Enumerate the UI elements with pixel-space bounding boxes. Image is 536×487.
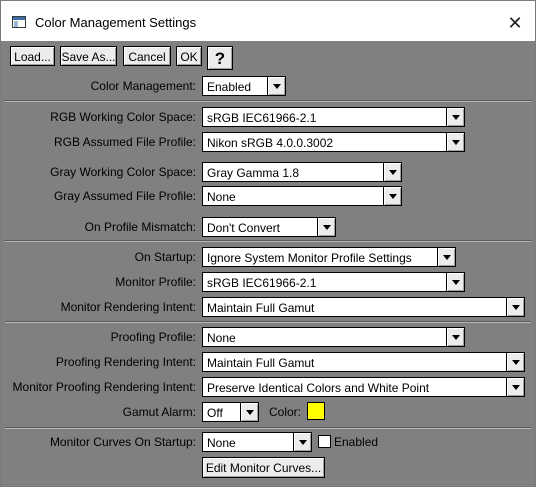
rgb-working-space-value: sRGB IEC61966-2.1 bbox=[207, 111, 317, 125]
gray-working-space-select[interactable]: Gray Gamma 1.8 bbox=[202, 162, 402, 182]
divider bbox=[5, 240, 531, 242]
divider bbox=[5, 321, 531, 323]
chevron-down-icon[interactable] bbox=[446, 133, 464, 151]
chevron-down-icon[interactable] bbox=[240, 403, 258, 421]
edit-monitor-curves-button[interactable]: Edit Monitor Curves... bbox=[202, 457, 325, 478]
chevron-down-icon[interactable] bbox=[506, 353, 524, 371]
window-title: Color Management Settings bbox=[35, 15, 197, 30]
gray-assumed-profile-select[interactable]: None bbox=[202, 186, 402, 206]
rgb-assumed-profile-value: Nikon sRGB 4.0.0.3002 bbox=[207, 136, 334, 150]
monitor-proofing-intent-label: Monitor Proofing Rendering Intent: bbox=[12, 380, 196, 394]
monitor-profile-label: Monitor Profile: bbox=[115, 275, 196, 289]
chevron-down-icon[interactable] bbox=[446, 108, 464, 126]
monitor-profile-value: sRGB IEC61966-2.1 bbox=[207, 276, 317, 290]
gray-assumed-profile-label: Gray Assumed File Profile: bbox=[53, 189, 196, 203]
title-bar: Color Management Settings ✕ bbox=[1, 1, 535, 41]
gamut-alarm-label: Gamut Alarm: bbox=[122, 405, 196, 419]
divider bbox=[5, 100, 531, 102]
on-startup-select[interactable]: Ignore System Monitor Profile Settings bbox=[202, 247, 456, 267]
load-button[interactable]: Load... bbox=[10, 46, 55, 66]
proofing-profile-value: None bbox=[207, 331, 236, 345]
gamut-alarm-value: Off bbox=[207, 406, 223, 420]
monitor-curves-startup-value: None bbox=[207, 436, 236, 450]
divider bbox=[5, 427, 531, 429]
alarm-color-label: Color: bbox=[269, 405, 302, 419]
close-icon[interactable]: ✕ bbox=[497, 9, 533, 37]
color-management-window: Color Management Settings ✕ Load... Save… bbox=[0, 0, 536, 487]
gamut-alarm-color-swatch[interactable] bbox=[307, 402, 325, 420]
monitor-curves-startup-select[interactable]: None bbox=[202, 432, 312, 452]
chevron-down-icon[interactable] bbox=[506, 298, 524, 316]
on-startup-value: Ignore System Monitor Profile Settings bbox=[207, 251, 412, 265]
chevron-down-icon[interactable] bbox=[506, 378, 524, 396]
cancel-button[interactable]: Cancel bbox=[123, 46, 171, 66]
chevron-down-icon[interactable] bbox=[446, 328, 464, 346]
profile-mismatch-value: Don't Convert bbox=[207, 221, 280, 235]
chevron-down-icon[interactable] bbox=[293, 433, 311, 451]
dialog-body: Load... Save As... Cancel OK ? Color Man… bbox=[1, 41, 535, 486]
proofing-profile-select[interactable]: None bbox=[202, 327, 465, 347]
monitor-profile-select[interactable]: sRGB IEC61966-2.1 bbox=[202, 272, 465, 292]
color-management-select[interactable]: Enabled bbox=[202, 76, 286, 96]
on-startup-label: On Startup: bbox=[134, 250, 196, 264]
help-button[interactable]: ? bbox=[207, 46, 233, 70]
gray-working-space-label: Gray Working Color Space: bbox=[50, 165, 196, 179]
color-management-value: Enabled bbox=[207, 80, 252, 94]
rgb-assumed-profile-select[interactable]: Nikon sRGB 4.0.0.3002 bbox=[202, 132, 465, 152]
monitor-curves-startup-label: Monitor Curves On Startup: bbox=[49, 435, 196, 449]
chevron-down-icon[interactable] bbox=[267, 77, 285, 95]
proofing-rendering-intent-select[interactable]: Maintain Full Gamut bbox=[202, 352, 525, 372]
ok-button[interactable]: OK bbox=[176, 46, 202, 66]
chevron-down-icon[interactable] bbox=[383, 187, 401, 205]
app-window-icon bbox=[12, 16, 26, 28]
save-as-button[interactable]: Save As... bbox=[60, 46, 117, 66]
gray-working-space-value: Gray Gamma 1.8 bbox=[207, 166, 300, 180]
rgb-working-space-select[interactable]: sRGB IEC61966-2.1 bbox=[202, 107, 465, 127]
gamut-alarm-select[interactable]: Off bbox=[202, 402, 259, 422]
monitor-rendering-intent-value: Maintain Full Gamut bbox=[207, 301, 315, 315]
proofing-rendering-intent-label: Proofing Rendering Intent: bbox=[55, 355, 196, 369]
rgb-assumed-profile-label: RGB Assumed File Profile: bbox=[53, 135, 196, 149]
chevron-down-icon[interactable] bbox=[437, 248, 455, 266]
chevron-down-icon[interactable] bbox=[383, 163, 401, 181]
proofing-profile-label: Proofing Profile: bbox=[110, 330, 196, 344]
rgb-working-space-label: RGB Working Color Space: bbox=[50, 110, 196, 124]
monitor-proofing-intent-value: Preserve Identical Colors and White Poin… bbox=[207, 381, 430, 395]
curves-enabled-checkbox[interactable] bbox=[318, 435, 331, 448]
chevron-down-icon[interactable] bbox=[446, 273, 464, 291]
gray-assumed-profile-value: None bbox=[207, 190, 236, 204]
curves-enabled-label: Enabled bbox=[334, 435, 379, 449]
monitor-rendering-intent-select[interactable]: Maintain Full Gamut bbox=[202, 297, 525, 317]
color-management-label: Color Management: bbox=[90, 79, 196, 93]
monitor-proofing-intent-select[interactable]: Preserve Identical Colors and White Poin… bbox=[202, 377, 525, 397]
proofing-rendering-intent-value: Maintain Full Gamut bbox=[207, 356, 315, 370]
profile-mismatch-label: On Profile Mismatch: bbox=[84, 220, 196, 234]
monitor-rendering-intent-label: Monitor Rendering Intent: bbox=[60, 300, 196, 314]
profile-mismatch-select[interactable]: Don't Convert bbox=[202, 217, 336, 237]
chevron-down-icon[interactable] bbox=[317, 218, 335, 236]
